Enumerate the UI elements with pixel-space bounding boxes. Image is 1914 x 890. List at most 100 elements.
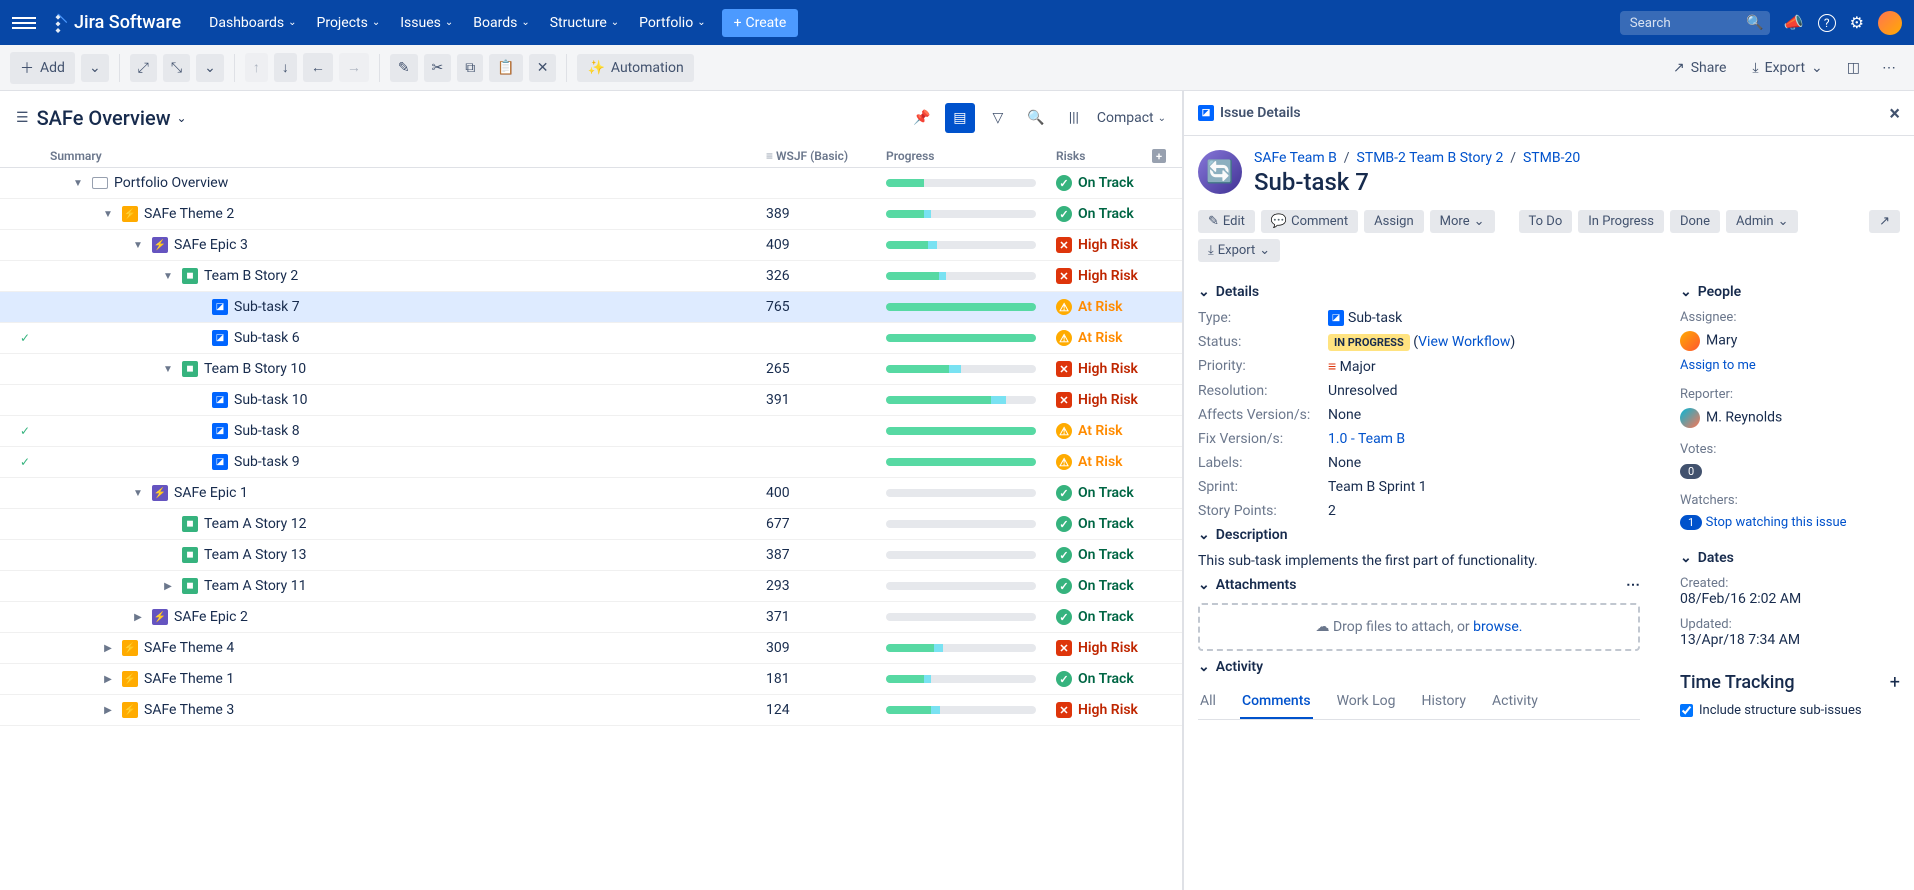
tab-work-log[interactable]: Work Log	[1335, 685, 1398, 719]
move-down-icon[interactable]: ↓	[274, 53, 297, 82]
expander-icon[interactable]: ▶	[160, 581, 176, 592]
copy-icon[interactable]: ⧉	[457, 54, 483, 82]
cut-icon[interactable]: ✂	[424, 54, 452, 82]
table-row[interactable]: ▶⚡SAFe Theme 3124✕High Risk	[0, 695, 1182, 726]
help-icon[interactable]: ?	[1818, 14, 1836, 32]
expand-dropdown[interactable]: ⌄	[196, 54, 224, 82]
activity-section[interactable]: ⌄Activity	[1198, 659, 1640, 675]
density-dropdown[interactable]: Compact⌄	[1097, 110, 1166, 126]
col-summary[interactable]: Summary	[50, 149, 766, 163]
status-todo[interactable]: To Do	[1519, 210, 1573, 233]
col-progress[interactable]: Progress	[886, 149, 1056, 163]
table-row[interactable]: ◼Team A Story 12677✓On Track	[0, 509, 1182, 540]
table-row[interactable]: ▼⚡SAFe Theme 2389✓On Track	[0, 199, 1182, 230]
search-box[interactable]: 🔍	[1620, 11, 1770, 35]
app-switcher-icon[interactable]	[12, 11, 36, 35]
nav-boards[interactable]: Boards⌄	[465, 9, 537, 37]
share-button[interactable]: ↗Share	[1663, 54, 1736, 82]
breadcrumb-link[interactable]: STMB-20	[1523, 150, 1580, 166]
filter-icon[interactable]: ▽	[983, 103, 1013, 133]
add-dropdown[interactable]: ⌄	[81, 54, 109, 82]
search-icon[interactable]: 🔍	[1021, 103, 1051, 133]
description-section[interactable]: ⌄Description	[1198, 527, 1640, 543]
attachments-menu-icon[interactable]: ⋯	[1626, 577, 1640, 593]
layers-icon[interactable]: ▤	[945, 103, 975, 133]
breadcrumb-link[interactable]: SAFe Team B	[1254, 150, 1337, 166]
pin-icon[interactable]: 📌	[907, 103, 937, 133]
expander-icon[interactable]: ▶	[100, 705, 116, 716]
paste-icon[interactable]: 📋	[489, 54, 522, 82]
nav-issues[interactable]: Issues⌄	[392, 9, 461, 37]
table-row[interactable]: ◪Sub-task 7765⚠At Risk	[0, 292, 1182, 323]
tab-history[interactable]: History	[1420, 685, 1469, 719]
attachments-section[interactable]: ⌄Attachments⋯	[1198, 577, 1640, 593]
export-issue-button[interactable]: ⤓ Export ⌄	[1198, 239, 1280, 262]
stop-watching-link[interactable]: Stop watching this issue	[1706, 515, 1847, 530]
nav-portfolio[interactable]: Portfolio⌄	[631, 9, 713, 37]
fix-version-link[interactable]: 1.0 - Team B	[1328, 431, 1405, 447]
nav-projects[interactable]: Projects⌄	[309, 9, 389, 37]
table-row[interactable]: ▼⚡SAFe Epic 1400✓On Track	[0, 478, 1182, 509]
user-avatar[interactable]	[1878, 11, 1902, 35]
table-row[interactable]: ▼⚡SAFe Epic 3409✕High Risk	[0, 230, 1182, 261]
close-icon[interactable]: ×	[1889, 101, 1900, 125]
layout-icon[interactable]: ◫	[1839, 54, 1868, 82]
table-row[interactable]: ▶⚡SAFe Epic 2371✓On Track	[0, 602, 1182, 633]
share-issue-button[interactable]: ↗	[1869, 210, 1900, 233]
add-column-icon[interactable]: +	[1152, 149, 1166, 163]
admin-button[interactable]: Admin ⌄	[1726, 210, 1798, 233]
table-row[interactable]: ✓◪Sub-task 6⚠At Risk	[0, 323, 1182, 354]
include-sub-issues-checkbox[interactable]	[1680, 704, 1693, 717]
view-workflow-link[interactable]: View Workflow	[1418, 334, 1510, 350]
expander-icon[interactable]: ▶	[100, 674, 116, 685]
table-row[interactable]: ▶◼Team A Story 11293✓On Track	[0, 571, 1182, 602]
tab-activity[interactable]: Activity	[1490, 685, 1540, 719]
move-up-icon[interactable]: ↑	[245, 53, 268, 82]
expander-icon[interactable]: ▼	[130, 240, 146, 251]
notifications-icon[interactable]: 📣	[1784, 13, 1804, 32]
table-row[interactable]: ✓◪Sub-task 8⚠At Risk	[0, 416, 1182, 447]
breadcrumb-link[interactable]: STMB-2 Team B Story 2	[1357, 150, 1504, 166]
outdent-icon[interactable]: ←	[303, 53, 333, 82]
tab-all[interactable]: All	[1198, 685, 1218, 719]
table-row[interactable]: ✓◪Sub-task 9⚠At Risk	[0, 447, 1182, 478]
expander-icon[interactable]: ▼	[160, 271, 176, 282]
table-row[interactable]: ◼Team A Story 13387✓On Track	[0, 540, 1182, 571]
edit-button[interactable]: ✎ Edit	[1198, 210, 1255, 233]
dates-section[interactable]: ⌄Dates	[1680, 550, 1900, 566]
expander-icon[interactable]: ▶	[100, 643, 116, 654]
comment-button[interactable]: 💬 Comment	[1261, 210, 1358, 233]
expander-icon[interactable]: ▶	[130, 612, 146, 623]
table-row[interactable]: ◪Sub-task 10391✕High Risk	[0, 385, 1182, 416]
status-done[interactable]: Done	[1670, 210, 1720, 233]
table-row[interactable]: ▼◼Team B Story 2326✕High Risk	[0, 261, 1182, 292]
col-wsjf[interactable]: WSJF (Basic)	[776, 149, 848, 163]
edit-icon[interactable]: ✎	[390, 54, 418, 82]
col-risks[interactable]: Risks	[1056, 149, 1085, 163]
add-time-icon[interactable]: +	[1890, 672, 1900, 693]
nav-dashboards[interactable]: Dashboards⌄	[201, 9, 304, 37]
create-button[interactable]: +Create	[722, 9, 799, 37]
table-row[interactable]: ▼◼Team B Story 10265✕High Risk	[0, 354, 1182, 385]
more-button[interactable]: More ⌄	[1430, 210, 1495, 233]
assign-button[interactable]: Assign	[1364, 210, 1424, 233]
table-row[interactable]: ▶⚡SAFe Theme 1181✓On Track	[0, 664, 1182, 695]
expand-all-icon[interactable]: ⤢	[130, 54, 157, 82]
automation-button[interactable]: ✨Automation	[577, 54, 693, 82]
expander-icon[interactable]: ▼	[130, 488, 146, 499]
status-inprogress[interactable]: In Progress	[1578, 210, 1664, 233]
structure-title[interactable]: SAFe Overview⌄	[37, 106, 187, 130]
nav-structure[interactable]: Structure⌄	[542, 9, 627, 37]
more-icon[interactable]: ⋯	[1874, 54, 1904, 82]
expander-icon[interactable]: ▼	[160, 364, 176, 375]
table-row[interactable]: ▶⚡SAFe Theme 4309✕High Risk	[0, 633, 1182, 664]
logo[interactable]: Jira Software	[48, 12, 181, 33]
settings-icon[interactable]: ⚙	[1850, 13, 1864, 32]
attachment-dropzone[interactable]: ☁ Drop files to attach, or browse.	[1198, 603, 1640, 651]
indent-icon[interactable]: →	[339, 53, 369, 82]
people-section[interactable]: ⌄People	[1680, 284, 1900, 300]
add-button[interactable]: ＋Add	[10, 52, 75, 84]
collapse-all-icon[interactable]: ⤡	[163, 54, 190, 82]
tab-comments[interactable]: Comments	[1240, 685, 1313, 719]
table-row[interactable]: ▼Portfolio Overview✓On Track	[0, 168, 1182, 199]
